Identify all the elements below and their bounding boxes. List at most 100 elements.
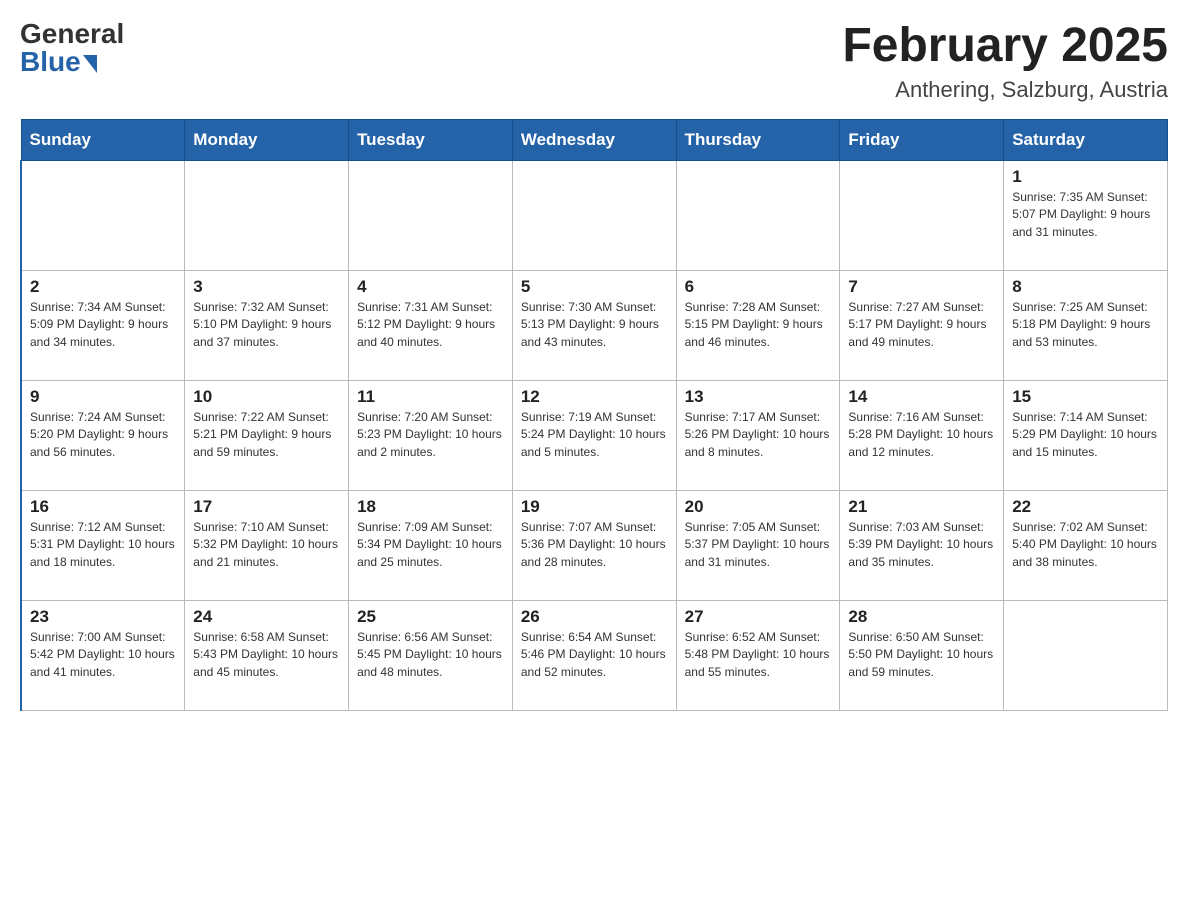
- calendar-body: 1Sunrise: 7:35 AM Sunset: 5:07 PM Daylig…: [21, 160, 1168, 710]
- page-title: February 2025: [842, 20, 1168, 73]
- cell-day-number: 10: [193, 387, 340, 407]
- calendar-cell: 3Sunrise: 7:32 AM Sunset: 5:10 PM Daylig…: [185, 270, 349, 380]
- calendar-day-header-friday: Friday: [840, 119, 1004, 160]
- calendar-cell: 11Sunrise: 7:20 AM Sunset: 5:23 PM Dayli…: [349, 380, 513, 490]
- calendar-day-header-saturday: Saturday: [1004, 119, 1168, 160]
- cell-info-text: Sunrise: 7:00 AM Sunset: 5:42 PM Dayligh…: [30, 629, 176, 681]
- calendar-cell: 10Sunrise: 7:22 AM Sunset: 5:21 PM Dayli…: [185, 380, 349, 490]
- cell-info-text: Sunrise: 7:03 AM Sunset: 5:39 PM Dayligh…: [848, 519, 995, 571]
- calendar-table: SundayMondayTuesdayWednesdayThursdayFrid…: [20, 119, 1168, 711]
- cell-day-number: 2: [30, 277, 176, 297]
- cell-info-text: Sunrise: 7:07 AM Sunset: 5:36 PM Dayligh…: [521, 519, 668, 571]
- calendar-cell: 24Sunrise: 6:58 AM Sunset: 5:43 PM Dayli…: [185, 600, 349, 710]
- calendar-cell: 25Sunrise: 6:56 AM Sunset: 5:45 PM Dayli…: [349, 600, 513, 710]
- calendar-cell: 19Sunrise: 7:07 AM Sunset: 5:36 PM Dayli…: [512, 490, 676, 600]
- cell-day-number: 23: [30, 607, 176, 627]
- cell-info-text: Sunrise: 6:54 AM Sunset: 5:46 PM Dayligh…: [521, 629, 668, 681]
- calendar-cell: 9Sunrise: 7:24 AM Sunset: 5:20 PM Daylig…: [21, 380, 185, 490]
- cell-day-number: 25: [357, 607, 504, 627]
- cell-info-text: Sunrise: 6:56 AM Sunset: 5:45 PM Dayligh…: [357, 629, 504, 681]
- calendar-week-row: 9Sunrise: 7:24 AM Sunset: 5:20 PM Daylig…: [21, 380, 1168, 490]
- calendar-cell: 1Sunrise: 7:35 AM Sunset: 5:07 PM Daylig…: [1004, 160, 1168, 270]
- cell-info-text: Sunrise: 7:25 AM Sunset: 5:18 PM Dayligh…: [1012, 299, 1159, 351]
- cell-info-text: Sunrise: 7:02 AM Sunset: 5:40 PM Dayligh…: [1012, 519, 1159, 571]
- logo-triangle-icon: [83, 55, 97, 73]
- calendar-cell: 15Sunrise: 7:14 AM Sunset: 5:29 PM Dayli…: [1004, 380, 1168, 490]
- cell-day-number: 17: [193, 497, 340, 517]
- cell-day-number: 8: [1012, 277, 1159, 297]
- calendar-week-row: 16Sunrise: 7:12 AM Sunset: 5:31 PM Dayli…: [21, 490, 1168, 600]
- calendar-cell: 4Sunrise: 7:31 AM Sunset: 5:12 PM Daylig…: [349, 270, 513, 380]
- cell-day-number: 20: [685, 497, 832, 517]
- cell-day-number: 3: [193, 277, 340, 297]
- cell-info-text: Sunrise: 7:34 AM Sunset: 5:09 PM Dayligh…: [30, 299, 176, 351]
- calendar-cell: 6Sunrise: 7:28 AM Sunset: 5:15 PM Daylig…: [676, 270, 840, 380]
- cell-info-text: Sunrise: 7:19 AM Sunset: 5:24 PM Dayligh…: [521, 409, 668, 461]
- calendar-cell: 28Sunrise: 6:50 AM Sunset: 5:50 PM Dayli…: [840, 600, 1004, 710]
- cell-day-number: 24: [193, 607, 340, 627]
- cell-day-number: 27: [685, 607, 832, 627]
- calendar-cell: [349, 160, 513, 270]
- calendar-day-header-monday: Monday: [185, 119, 349, 160]
- title-block: February 2025 Anthering, Salzburg, Austr…: [842, 20, 1168, 103]
- cell-day-number: 21: [848, 497, 995, 517]
- cell-day-number: 22: [1012, 497, 1159, 517]
- calendar-cell: [1004, 600, 1168, 710]
- cell-day-number: 5: [521, 277, 668, 297]
- calendar-day-header-tuesday: Tuesday: [349, 119, 513, 160]
- calendar-cell: 2Sunrise: 7:34 AM Sunset: 5:09 PM Daylig…: [21, 270, 185, 380]
- calendar-week-row: 1Sunrise: 7:35 AM Sunset: 5:07 PM Daylig…: [21, 160, 1168, 270]
- calendar-cell: 16Sunrise: 7:12 AM Sunset: 5:31 PM Dayli…: [21, 490, 185, 600]
- calendar-cell: [512, 160, 676, 270]
- cell-info-text: Sunrise: 7:35 AM Sunset: 5:07 PM Dayligh…: [1012, 189, 1159, 241]
- calendar-cell: [840, 160, 1004, 270]
- calendar-day-header-sunday: Sunday: [21, 119, 185, 160]
- cell-info-text: Sunrise: 7:17 AM Sunset: 5:26 PM Dayligh…: [685, 409, 832, 461]
- calendar-cell: 18Sunrise: 7:09 AM Sunset: 5:34 PM Dayli…: [349, 490, 513, 600]
- cell-info-text: Sunrise: 6:50 AM Sunset: 5:50 PM Dayligh…: [848, 629, 995, 681]
- calendar-cell: 22Sunrise: 7:02 AM Sunset: 5:40 PM Dayli…: [1004, 490, 1168, 600]
- calendar-cell: 14Sunrise: 7:16 AM Sunset: 5:28 PM Dayli…: [840, 380, 1004, 490]
- calendar-cell: [676, 160, 840, 270]
- cell-day-number: 19: [521, 497, 668, 517]
- cell-day-number: 15: [1012, 387, 1159, 407]
- calendar-cell: 20Sunrise: 7:05 AM Sunset: 5:37 PM Dayli…: [676, 490, 840, 600]
- cell-info-text: Sunrise: 7:10 AM Sunset: 5:32 PM Dayligh…: [193, 519, 340, 571]
- cell-info-text: Sunrise: 7:09 AM Sunset: 5:34 PM Dayligh…: [357, 519, 504, 571]
- calendar-week-row: 23Sunrise: 7:00 AM Sunset: 5:42 PM Dayli…: [21, 600, 1168, 710]
- cell-day-number: 12: [521, 387, 668, 407]
- calendar-cell: 26Sunrise: 6:54 AM Sunset: 5:46 PM Dayli…: [512, 600, 676, 710]
- cell-info-text: Sunrise: 7:16 AM Sunset: 5:28 PM Dayligh…: [848, 409, 995, 461]
- logo-general-text: General: [20, 20, 124, 48]
- page-header: General Blue February 2025 Anthering, Sa…: [20, 20, 1168, 103]
- cell-info-text: Sunrise: 6:52 AM Sunset: 5:48 PM Dayligh…: [685, 629, 832, 681]
- cell-info-text: Sunrise: 7:05 AM Sunset: 5:37 PM Dayligh…: [685, 519, 832, 571]
- cell-day-number: 26: [521, 607, 668, 627]
- calendar-cell: 23Sunrise: 7:00 AM Sunset: 5:42 PM Dayli…: [21, 600, 185, 710]
- cell-day-number: 4: [357, 277, 504, 297]
- cell-day-number: 7: [848, 277, 995, 297]
- cell-info-text: Sunrise: 7:20 AM Sunset: 5:23 PM Dayligh…: [357, 409, 504, 461]
- calendar-day-header-thursday: Thursday: [676, 119, 840, 160]
- cell-info-text: Sunrise: 7:30 AM Sunset: 5:13 PM Dayligh…: [521, 299, 668, 351]
- cell-day-number: 1: [1012, 167, 1159, 187]
- calendar-cell: 27Sunrise: 6:52 AM Sunset: 5:48 PM Dayli…: [676, 600, 840, 710]
- page-subtitle: Anthering, Salzburg, Austria: [842, 77, 1168, 103]
- cell-info-text: Sunrise: 7:22 AM Sunset: 5:21 PM Dayligh…: [193, 409, 340, 461]
- cell-info-text: Sunrise: 7:28 AM Sunset: 5:15 PM Dayligh…: [685, 299, 832, 351]
- cell-info-text: Sunrise: 7:32 AM Sunset: 5:10 PM Dayligh…: [193, 299, 340, 351]
- cell-day-number: 6: [685, 277, 832, 297]
- calendar-cell: 21Sunrise: 7:03 AM Sunset: 5:39 PM Dayli…: [840, 490, 1004, 600]
- cell-day-number: 18: [357, 497, 504, 517]
- calendar-week-row: 2Sunrise: 7:34 AM Sunset: 5:09 PM Daylig…: [21, 270, 1168, 380]
- calendar-header-row: SundayMondayTuesdayWednesdayThursdayFrid…: [21, 119, 1168, 160]
- calendar-cell: 12Sunrise: 7:19 AM Sunset: 5:24 PM Dayli…: [512, 380, 676, 490]
- calendar-cell: 17Sunrise: 7:10 AM Sunset: 5:32 PM Dayli…: [185, 490, 349, 600]
- cell-day-number: 14: [848, 387, 995, 407]
- cell-day-number: 28: [848, 607, 995, 627]
- cell-info-text: Sunrise: 7:27 AM Sunset: 5:17 PM Dayligh…: [848, 299, 995, 351]
- logo-blue-text: Blue: [20, 48, 81, 76]
- cell-day-number: 9: [30, 387, 176, 407]
- cell-day-number: 11: [357, 387, 504, 407]
- calendar-cell: 5Sunrise: 7:30 AM Sunset: 5:13 PM Daylig…: [512, 270, 676, 380]
